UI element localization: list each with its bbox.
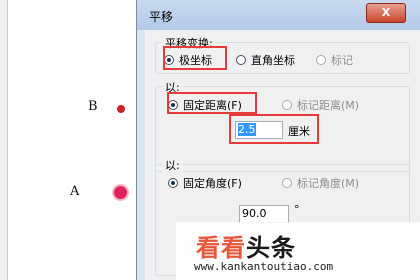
watermark: 看看头条 www.kankantoutiao.com bbox=[176, 222, 420, 280]
watermark-title: 看看头条 bbox=[196, 228, 296, 263]
watermark-title-part1: 看看 bbox=[196, 234, 246, 262]
radio-dot-fixed-angle bbox=[168, 178, 178, 188]
radio-cartesian[interactable]: 直角坐标 bbox=[236, 52, 295, 68]
dialog-titlebar[interactable]: 平移 X bbox=[137, 0, 420, 30]
radio-fixed-angle-label: 固定角度(F) bbox=[183, 177, 242, 190]
radio-marked[interactable]: 标记 bbox=[316, 52, 353, 68]
angle-value: 90.0 bbox=[242, 207, 267, 220]
radio-dot-marked-angle bbox=[282, 178, 292, 188]
radio-dot-cartesian bbox=[236, 55, 246, 65]
point-a-selected[interactable] bbox=[114, 186, 127, 199]
highlight-fixed-distance bbox=[167, 92, 257, 114]
highlight-polar bbox=[163, 46, 227, 70]
watermark-title-part2: 头条 bbox=[246, 234, 296, 262]
watermark-url: www.kankantoutiao.com bbox=[194, 260, 334, 273]
radio-marked-label: 标记 bbox=[331, 54, 353, 67]
radio-cartesian-label: 直角坐标 bbox=[251, 54, 295, 67]
angle-unit: ° bbox=[294, 203, 300, 216]
highlight-distance-input bbox=[229, 114, 319, 144]
radio-marked-distance-label: 标记距离(M) bbox=[297, 99, 360, 112]
point-b[interactable] bbox=[117, 105, 125, 113]
radio-marked-distance[interactable]: 标记距离(M) bbox=[282, 97, 359, 113]
canvas-left-edge bbox=[0, 0, 8, 280]
angle-input[interactable]: 90.0 bbox=[239, 205, 289, 223]
point-a-label: A bbox=[70, 184, 80, 199]
radio-marked-angle[interactable]: 标记角度(M) bbox=[282, 175, 359, 191]
radio-marked-angle-label: 标记角度(M) bbox=[297, 177, 360, 190]
radio-fixed-angle[interactable]: 固定角度(F) bbox=[168, 175, 242, 191]
radio-dot-marked bbox=[316, 55, 326, 65]
angle-group-title: 以: bbox=[162, 157, 183, 173]
radio-dot-marked-distance bbox=[282, 100, 292, 110]
dialog-title: 平移 bbox=[149, 10, 174, 24]
close-button[interactable]: X bbox=[366, 3, 406, 23]
point-b-label: B bbox=[88, 99, 98, 114]
